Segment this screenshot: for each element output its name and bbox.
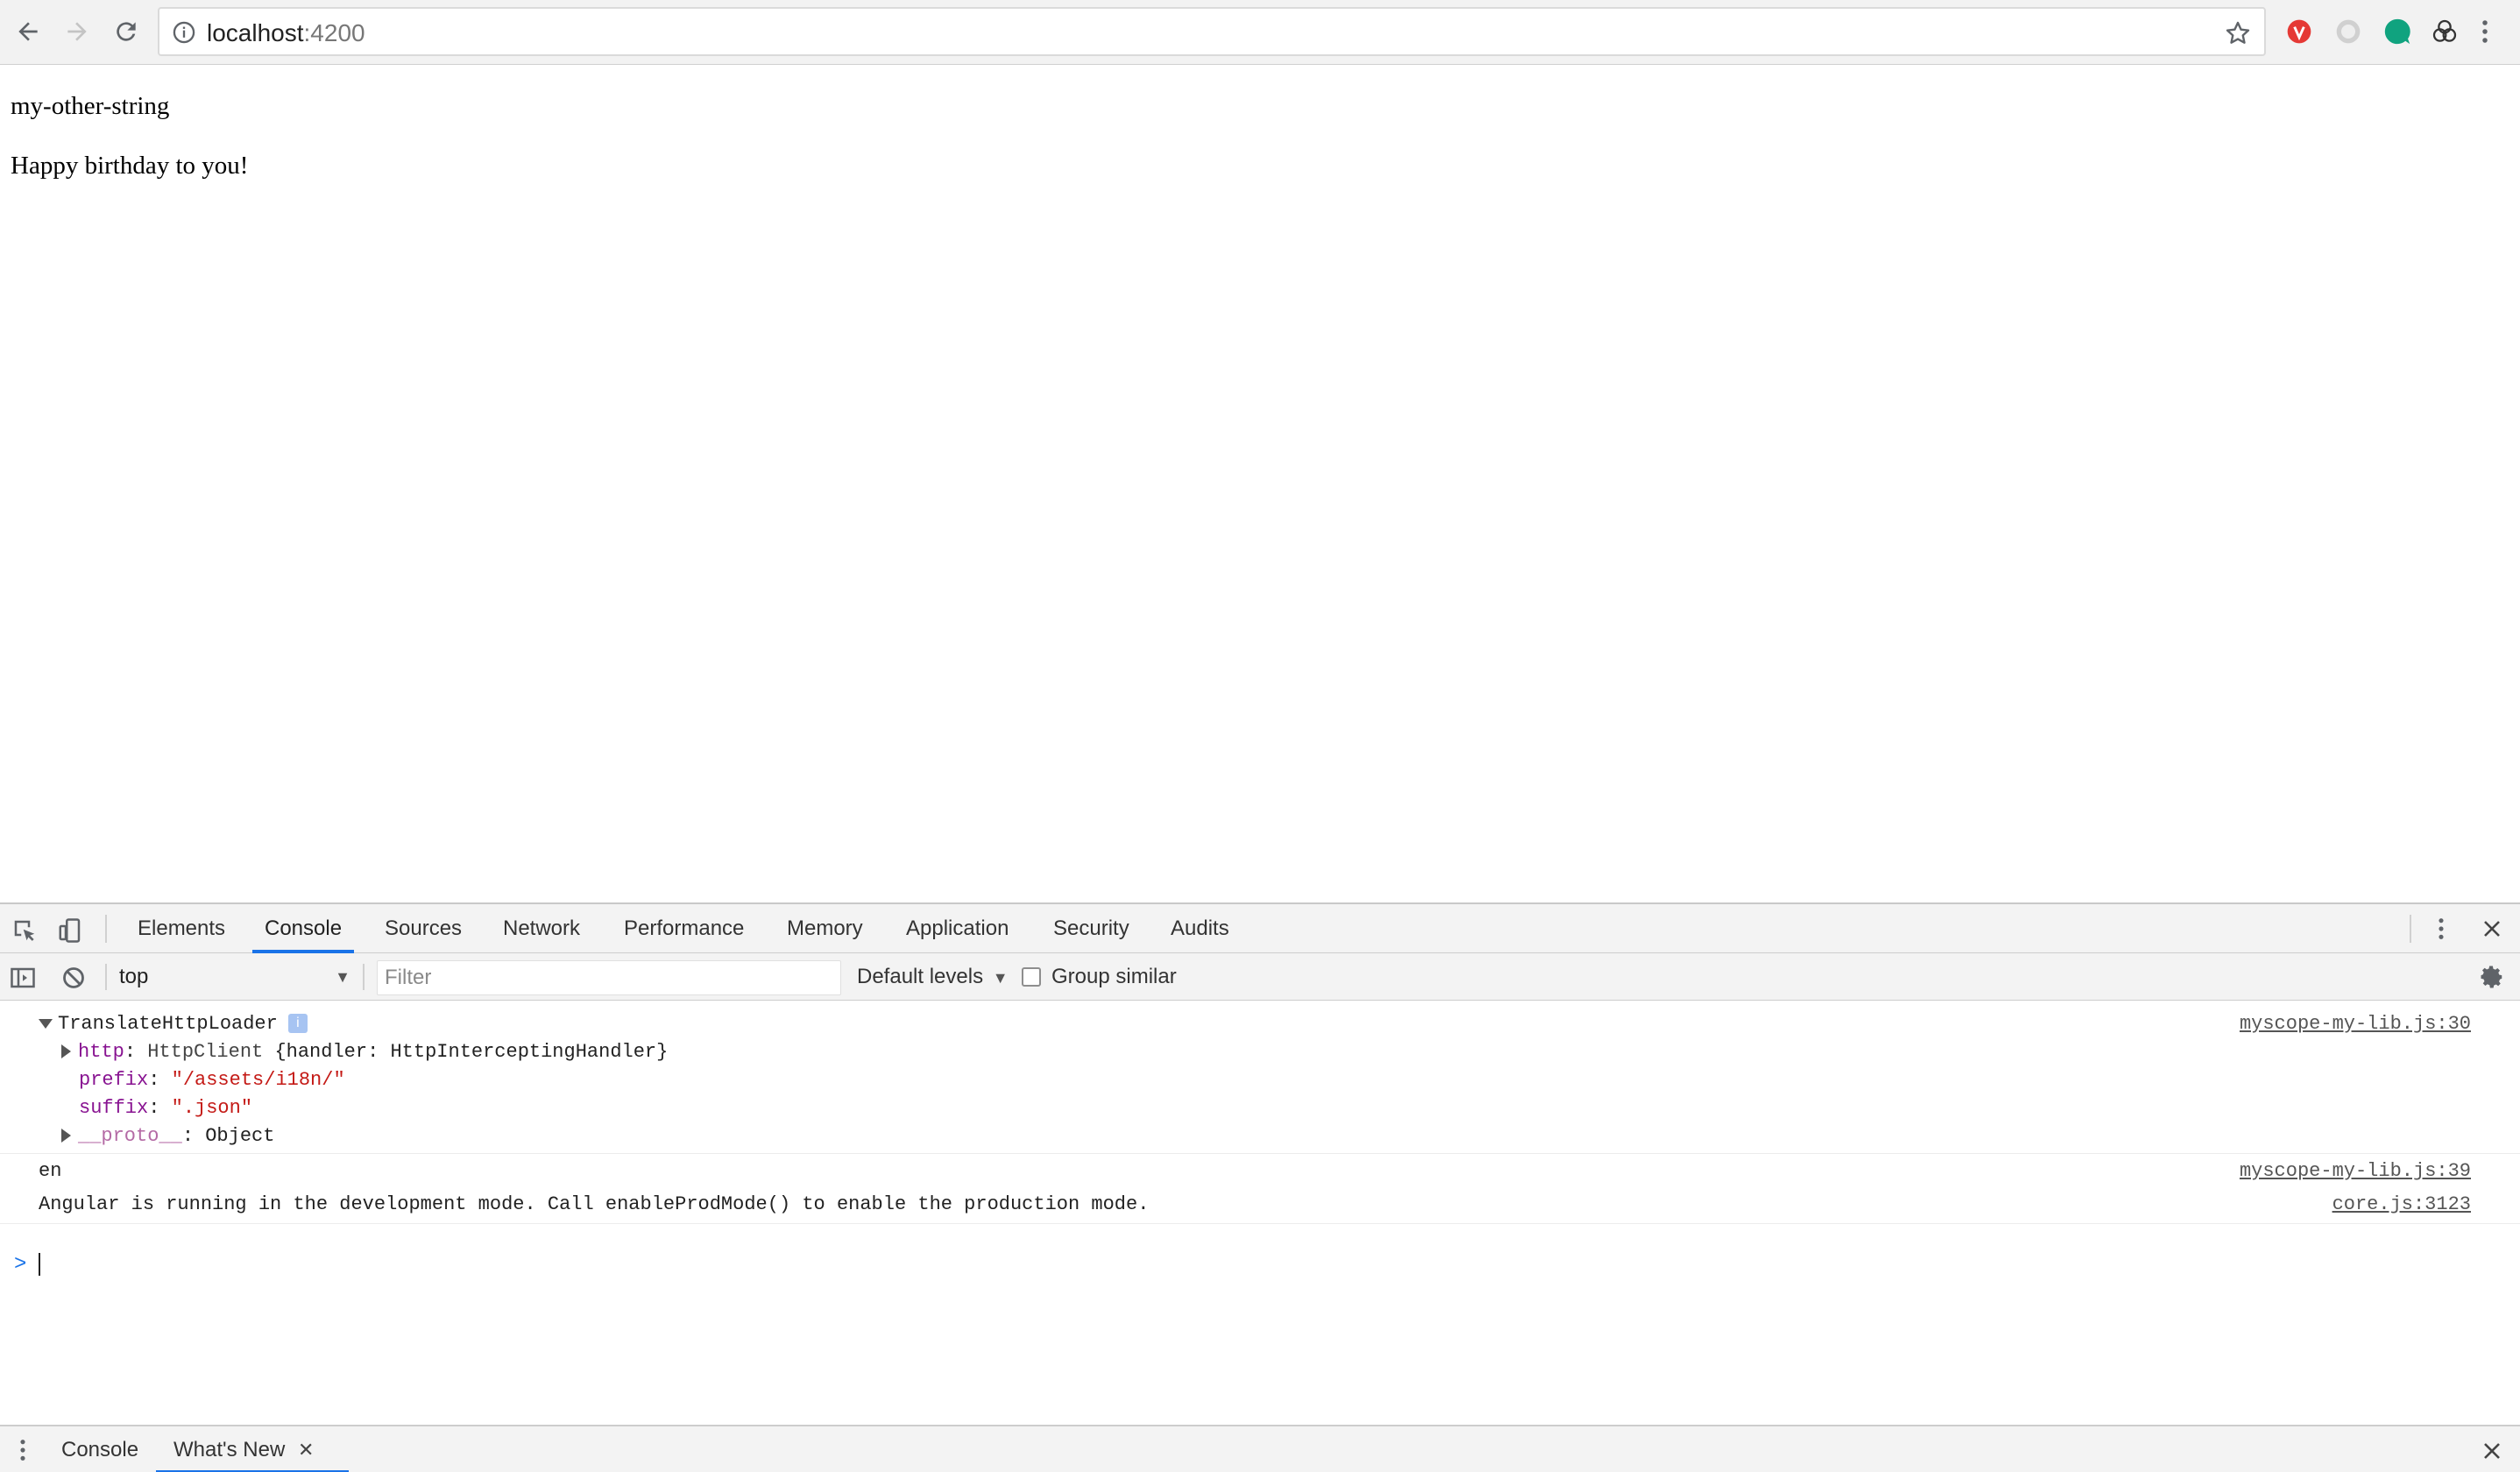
close-devtools-icon[interactable] xyxy=(2478,915,2506,943)
reload-icon xyxy=(117,22,136,41)
console-message: Angular is running in the development mo… xyxy=(39,1193,1150,1215)
forward-arrow-icon xyxy=(67,22,87,41)
page-text-line: Happy birthday to you! xyxy=(11,152,249,180)
device-toolbar-icon[interactable] xyxy=(56,916,84,945)
group-similar-label: Group similar xyxy=(1051,965,1177,988)
tab-sources[interactable]: Sources xyxy=(385,904,462,953)
console-output: TranslateHttpLoader i myscope-my-lib.js:3… xyxy=(0,1001,2520,1421)
console-prop-http[interactable]: http: HttpClient {handler: HttpIntercept… xyxy=(61,1041,668,1063)
message-divider xyxy=(0,1223,2520,1224)
console-object-header[interactable]: TranslateHttpLoader i xyxy=(39,1013,308,1035)
kebab-menu-icon[interactable] xyxy=(2474,16,2495,47)
separator xyxy=(105,964,107,990)
tab-security[interactable]: Security xyxy=(1053,904,1129,953)
separator xyxy=(363,964,365,990)
source-link[interactable]: myscope-my-lib.js:30 xyxy=(2240,1013,2471,1035)
context-select[interactable]: top ▼ xyxy=(119,960,356,994)
reload-button[interactable] xyxy=(107,12,145,51)
group-similar-checkbox[interactable]: Group similar xyxy=(1022,960,1177,994)
console-prop-proto[interactable]: __proto__: Object xyxy=(61,1125,274,1147)
address-bar[interactable]: localhost:4200 xyxy=(158,7,2266,56)
back-button[interactable] xyxy=(9,12,47,51)
tab-performance[interactable]: Performance xyxy=(624,904,744,953)
dropdown-arrow-icon: ▼ xyxy=(335,968,350,986)
drawer-menu-icon[interactable] xyxy=(14,1436,32,1464)
tab-audits[interactable]: Audits xyxy=(1171,904,1229,953)
checkbox-icon xyxy=(1022,967,1041,987)
page-text-line: my-other-string xyxy=(11,92,170,120)
source-link[interactable]: myscope-my-lib.js:39 xyxy=(2240,1160,2471,1182)
filter-input[interactable] xyxy=(377,960,841,995)
log-levels-label: Default levels xyxy=(857,965,984,988)
gear-icon[interactable] xyxy=(2478,963,2506,991)
tab-console[interactable]: Console xyxy=(251,904,355,953)
context-select-value: top xyxy=(119,965,149,988)
back-arrow-icon xyxy=(18,22,38,41)
collapse-triangle-icon xyxy=(61,1129,71,1143)
console-prop-suffix: suffix: ".json" xyxy=(79,1097,253,1119)
tab-memory[interactable]: Memory xyxy=(787,904,863,953)
clear-console-icon[interactable] xyxy=(60,964,88,992)
star-icon[interactable] xyxy=(2224,19,2252,47)
info-badge-icon: i xyxy=(287,1014,308,1034)
devtools-tab-bar: Elements Console Sources Network Perform… xyxy=(0,904,2520,953)
show-sidebar-icon[interactable] xyxy=(9,964,37,992)
prompt-caret-icon: > xyxy=(14,1252,27,1277)
tab-elements[interactable]: Elements xyxy=(138,904,225,953)
red-extension-icon[interactable] xyxy=(2283,16,2315,47)
separator xyxy=(2410,915,2411,943)
forward-button[interactable] xyxy=(58,12,96,51)
log-levels-select[interactable]: Default levels ▼ xyxy=(857,960,1009,994)
swirl-extension-icon[interactable] xyxy=(2429,16,2460,47)
close-drawer-icon[interactable] xyxy=(2478,1437,2506,1465)
url-text: localhost:4200 xyxy=(207,19,365,46)
console-prop-prefix: prefix: "/assets/i18n/" xyxy=(79,1069,345,1091)
tab-network[interactable]: Network xyxy=(503,904,580,953)
browser-toolbar: localhost:4200 xyxy=(0,0,2520,65)
drawer-tab-whats-new[interactable]: What's New ✕ xyxy=(155,1426,350,1472)
expand-triangle-icon xyxy=(39,1018,53,1029)
separator xyxy=(105,915,107,943)
inspect-element-icon[interactable] xyxy=(11,916,39,945)
text-cursor xyxy=(39,1253,41,1276)
devtools-menu-icon[interactable] xyxy=(2427,915,2455,943)
page-content: my-other-string Happy birthday to you! xyxy=(0,66,2520,902)
console-message: en xyxy=(39,1160,62,1182)
devtools-panel: Elements Console Sources Network Perform… xyxy=(0,902,2520,1472)
drawer-tab-console[interactable]: Console xyxy=(61,1426,138,1472)
message-divider xyxy=(0,1153,2520,1154)
console-prompt[interactable]: > xyxy=(14,1251,41,1277)
source-link[interactable]: core.js:3123 xyxy=(2332,1193,2471,1215)
devtools-drawer: Console What's New ✕ xyxy=(0,1425,2520,1472)
close-tab-icon[interactable]: ✕ xyxy=(298,1439,314,1461)
collapse-triangle-icon xyxy=(61,1044,71,1059)
info-icon[interactable] xyxy=(172,20,196,45)
dropdown-arrow-icon: ▼ xyxy=(992,969,1009,987)
green-extension-icon[interactable] xyxy=(2382,16,2413,47)
gray-extension-icon[interactable] xyxy=(2332,16,2364,47)
console-toolbar: top ▼ Default levels ▼ Group similar xyxy=(0,953,2520,1001)
tab-application[interactable]: Application xyxy=(906,904,1009,953)
